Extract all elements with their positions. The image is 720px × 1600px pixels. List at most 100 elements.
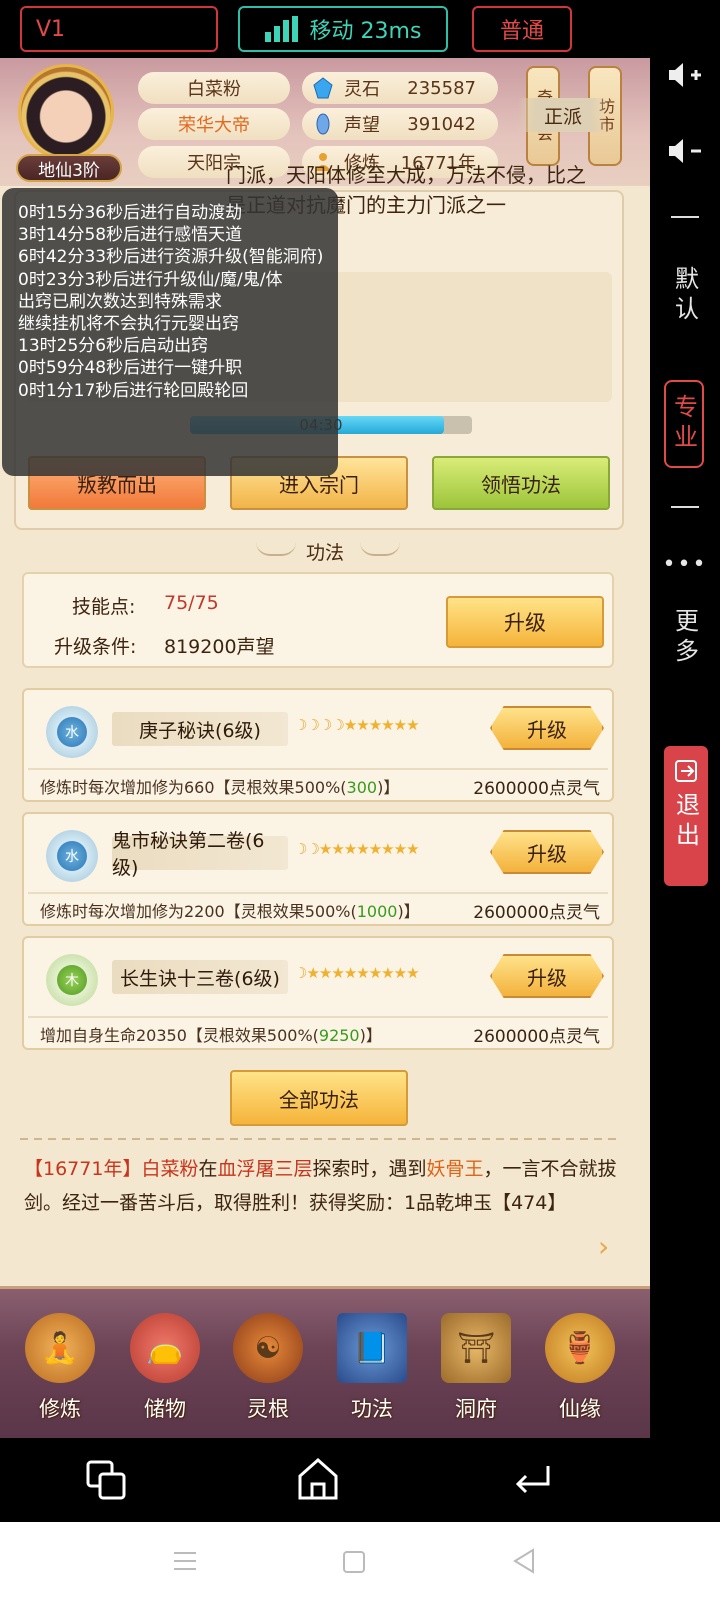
nav-label: 灵根 — [247, 1397, 289, 1421]
network-status[interactable]: 移动 23ms — [238, 6, 448, 52]
side-panel: 默认 专业 ••• 更多 退出 — [650, 58, 720, 1438]
log-line: 13时25分6秒后启动出窍 — [18, 336, 209, 357]
side-label: 默认 — [670, 266, 699, 326]
volume-up-button[interactable] — [650, 58, 720, 92]
network-label: 移动 23ms — [309, 19, 422, 44]
moon-icon: ☽ — [318, 716, 332, 734]
stat-value: 391042 — [407, 113, 476, 135]
skill-upgrade-button[interactable]: 升级 — [490, 830, 604, 874]
version-label: V1 — [36, 16, 66, 42]
square-home-icon[interactable] — [342, 1550, 366, 1574]
skill-upgrade-button[interactable]: 升级 — [490, 954, 604, 998]
nav-skills[interactable]: 📘 功法 — [324, 1301, 420, 1431]
skill-upgrade-button[interactable]: 升级 — [490, 706, 604, 750]
stat-value: 235587 — [407, 77, 476, 99]
nav-label: 修炼 — [39, 1397, 81, 1421]
log-line: 3时14分58秒后进行感悟天道 — [18, 225, 243, 246]
water-element-icon: 水 — [46, 706, 98, 758]
star-icon: ★ — [356, 840, 369, 858]
rank-badge: 地仙3阶 — [16, 154, 122, 182]
element-glyph: 水 — [57, 841, 87, 871]
nav-cave[interactable]: ⛩ 洞府 — [428, 1301, 524, 1431]
all-skills-button[interactable]: 全部功法 — [230, 1070, 408, 1126]
menu-icon[interactable] — [172, 1550, 198, 1572]
bag-icon: 👝 — [130, 1313, 200, 1383]
automation-log-overlay: 0时15分36秒后进行自动渡劫 3时14分58秒后进行感悟天道 6时42分33秒… — [2, 188, 338, 476]
star-icon: ★ — [368, 716, 382, 734]
skill-name: 鬼市秘诀第二卷(6级) — [112, 830, 288, 879]
skill-desc-number: 300 — [346, 778, 378, 797]
star-icon: ★ — [318, 964, 332, 982]
book-icon: 📘 — [337, 1313, 407, 1383]
moon-icon: ☽ — [306, 716, 319, 734]
skill-desc-text: )】 — [377, 778, 400, 797]
wood-element-icon: 木 — [46, 954, 98, 1006]
copy-icon[interactable] — [84, 1458, 128, 1502]
avatar[interactable] — [18, 64, 114, 160]
pro-mode-button[interactable]: 专业 — [664, 380, 704, 468]
version-button[interactable]: V1 — [20, 6, 218, 52]
skill-stars: ☽★★★★★★★★★ — [294, 964, 420, 982]
skill-points-value: 75/75 — [164, 592, 219, 614]
player-title: 荣华大帝 — [138, 108, 290, 140]
log-line: 0时1分17秒后进行轮回殿轮回 — [18, 380, 249, 401]
skill-desc-number: 9250 — [318, 1026, 360, 1045]
skill-desc-number: 1000 — [356, 902, 398, 921]
upgrade-condition-label: 升级条件: — [54, 636, 137, 658]
moon-icon: ☽ — [294, 716, 307, 734]
side-divider — [671, 506, 699, 508]
volume-down-button[interactable] — [650, 134, 720, 168]
upgrade-condition-value: 819200声望 — [164, 636, 275, 658]
more-button[interactable]: 更多 — [650, 598, 720, 678]
signal-icon — [264, 16, 298, 42]
skill-description: 修炼时每次增加修为2200【灵根效果500%(1000)】 — [40, 898, 420, 922]
exit-button[interactable]: 退出 — [664, 746, 708, 886]
nav-spirit-root[interactable]: ☯ 灵根 — [220, 1301, 316, 1431]
log-line: 0时23分3秒后进行升级仙/魔/鬼/体 — [18, 269, 283, 290]
star-icon: ★ — [393, 840, 407, 858]
default-mode-button[interactable]: 默认 — [650, 256, 720, 336]
nav-cultivate[interactable]: 🧘 修炼 — [12, 1301, 108, 1431]
skill-card: 木 长生诀十三卷(6级) ☽★★★★★★★★★ 升级 增加自身生命20350【灵… — [22, 936, 614, 1050]
stat-label: 声望 — [344, 115, 380, 136]
system-nav-bar — [0, 1522, 720, 1600]
reputation-icon — [316, 113, 330, 135]
next-arrow-icon[interactable]: › — [598, 1230, 609, 1263]
triangle-back-icon[interactable] — [512, 1548, 536, 1574]
skill-desc-text: )】 — [359, 1026, 382, 1045]
skill-name: 庚子秘诀(6级) — [112, 712, 288, 746]
star-icon: ★ — [343, 964, 357, 982]
star-icon: ★ — [406, 716, 419, 734]
star-icon: ★ — [306, 964, 319, 982]
home-icon[interactable] — [296, 1456, 340, 1502]
learn-skill-button[interactable]: 领悟功法 — [432, 456, 610, 510]
bottom-nav: 🧘 修炼 👝 储物 ☯ 灵根 📘 功法 ⛩ 洞府 🏺 仙缘 — [0, 1286, 650, 1438]
nav-storage[interactable]: 👝 储物 — [117, 1301, 213, 1431]
upgrade-skill-points-button[interactable]: 升级 — [446, 596, 604, 648]
skill-desc-text: 增加自身生命20350【灵根效果500%( — [40, 1026, 319, 1045]
skill-desc-text: )】 — [397, 902, 420, 921]
mode-button[interactable]: 普通 — [472, 6, 572, 52]
skill-stars: ☽☽☽☽★★★★★★ — [294, 716, 420, 734]
gourd-icon: 🏺 — [545, 1313, 615, 1383]
skill-description: 修炼时每次增加修为660【灵根效果500%(300)】 — [40, 774, 399, 798]
skill-stars: ☽☽★★★★★★★★ — [294, 840, 420, 858]
stat-spirit-stone: 灵石 235587 — [302, 72, 498, 104]
stat-label: 灵石 — [344, 79, 380, 100]
star-icon: ★ — [381, 840, 394, 858]
section-title: 功法 — [305, 542, 344, 564]
element-glyph: 水 — [57, 717, 87, 747]
skill-card: 水 鬼市秘诀第二卷(6级) ☽☽★★★★★★★★ 升级 修炼时每次增加修为220… — [22, 812, 614, 926]
stat-reputation: 声望 391042 — [302, 108, 498, 140]
side-label: 专业 — [669, 394, 698, 454]
nav-fortune[interactable]: 🏺 仙缘 — [532, 1301, 628, 1431]
event-year: 【16771年】 — [24, 1158, 142, 1180]
back-icon[interactable] — [512, 1462, 552, 1498]
log-line: 6时42分33秒后进行资源升级(智能洞府) — [18, 247, 324, 268]
more-dots-icon[interactable]: ••• — [650, 552, 720, 577]
star-icon: ★ — [331, 840, 344, 858]
star-icon: ★ — [393, 964, 407, 982]
nav-label: 储物 — [144, 1397, 186, 1421]
sect-description-line: 门派，天阳体修至大成，万法不侵，比之 — [226, 163, 586, 187]
moon-icon: ☽ — [294, 840, 307, 858]
